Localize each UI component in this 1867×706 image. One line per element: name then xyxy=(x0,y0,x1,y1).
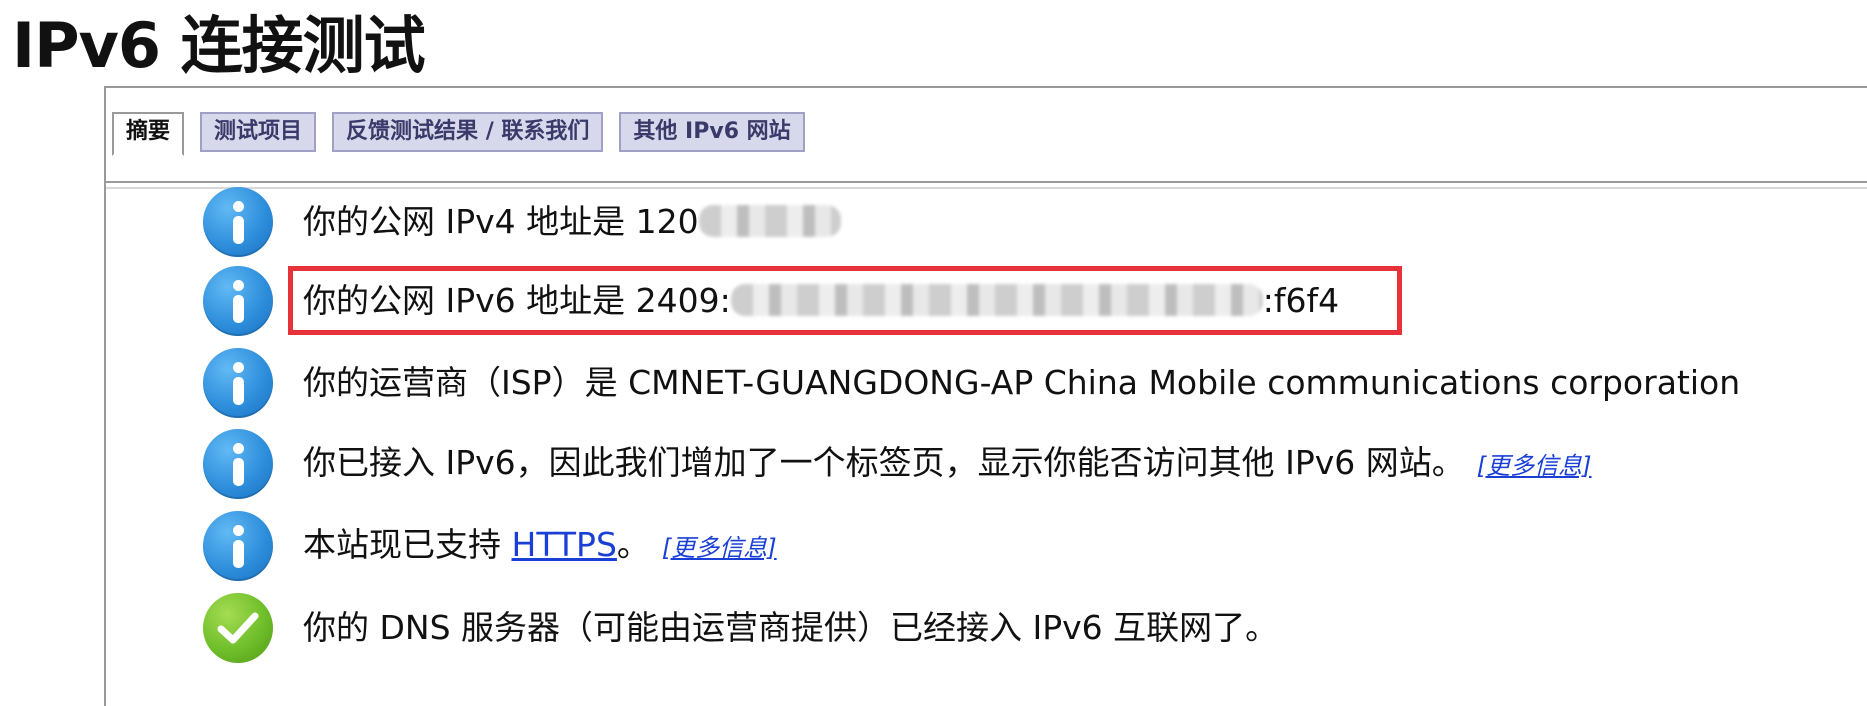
list-item-ipv6-tab-notice: 你已接入 IPv6，因此我们增加了一个标签页，显示你能否访问其他 IPv6 网站… xyxy=(203,428,1592,500)
list-item-dns: 你的 DNS 服务器（可能由运营商提供）已经接入 IPv6 互联网了。 xyxy=(203,592,1278,664)
info-icon xyxy=(203,348,273,418)
dns-text: 你的 DNS 服务器（可能由运营商提供）已经接入 IPv6 互联网了。 xyxy=(303,608,1279,647)
info-icon xyxy=(203,429,273,499)
https-notice: 本站现已支持 HTTPS。 [更多信息] xyxy=(303,525,777,568)
info-icon xyxy=(203,266,273,336)
ipv6-tab-notice-text: 你已接入 IPv6，因此我们增加了一个标签页，显示你能否访问其他 IPv6 网站… xyxy=(303,442,1465,482)
https-link[interactable]: HTTPS xyxy=(512,525,617,564)
info-icon xyxy=(203,187,273,257)
isp-text: 你的运营商（ISP）是 CMNET-GUANGDONG-AP China Mob… xyxy=(303,363,1741,402)
redacted-ipv4 xyxy=(698,204,841,237)
check-icon xyxy=(203,593,273,663)
more-info-link[interactable]: [更多信息] xyxy=(1477,452,1592,480)
list-item-isp: 你的运营商（ISP）是 CMNET-GUANGDONG-AP China Mob… xyxy=(203,347,1740,419)
tab-feedback-contact[interactable]: 反馈测试结果 / 联系我们 xyxy=(332,112,604,152)
ipv4-label: 你的公网 IPv4 地址是 120 xyxy=(303,202,699,241)
more-info-link[interactable]: [更多信息] xyxy=(662,534,777,562)
tab-summary[interactable]: 摘要 xyxy=(112,112,185,156)
https-text-after: 。 xyxy=(616,524,650,564)
highlight-box xyxy=(288,266,1402,335)
list-item-ipv4: 你的公网 IPv4 地址是 120 xyxy=(203,186,841,258)
list-item-https: 本站现已支持 HTTPS。 [更多信息] xyxy=(203,510,777,582)
tab-test-items[interactable]: 测试项目 xyxy=(200,112,317,152)
ipv6-tab-notice: 你已接入 IPv6，因此我们增加了一个标签页，显示你能否访问其他 IPv6 网站… xyxy=(303,443,1592,486)
https-text-before: 本站现已支持 xyxy=(303,524,512,564)
ipv4-address-text: 你的公网 IPv4 地址是 120 xyxy=(303,202,841,242)
page-title: IPv6 连接测试 xyxy=(12,9,426,82)
tab-bar: 摘要 测试项目 反馈测试结果 / 联系我们 其他 IPv6 网站 xyxy=(112,112,805,156)
info-icon xyxy=(203,511,273,581)
tab-other-ipv6-sites[interactable]: 其他 IPv6 网站 xyxy=(619,112,805,152)
